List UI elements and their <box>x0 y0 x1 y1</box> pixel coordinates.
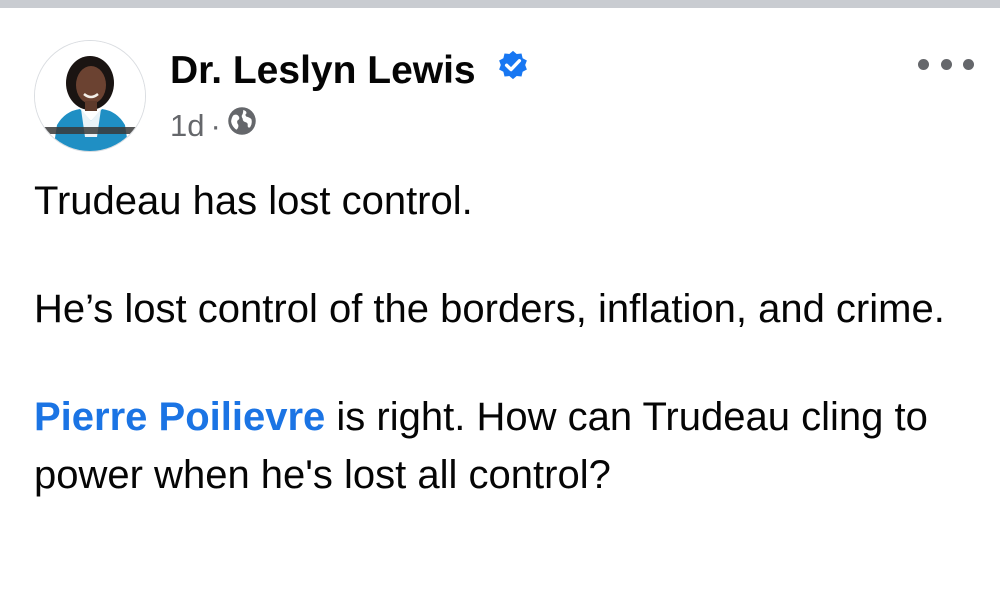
more-options-icon[interactable] <box>918 52 974 76</box>
post-meta: 1d · <box>170 106 257 146</box>
author-name-text[interactable]: Dr. Leslyn Lewis <box>170 49 476 92</box>
meta-separator: · <box>210 108 221 143</box>
mention-link[interactable]: Pierre Poilievre <box>34 395 325 439</box>
post-paragraph: Trudeau has lost control. <box>34 179 473 223</box>
verified-badge-icon <box>496 47 530 93</box>
more-dot <box>940 58 952 70</box>
more-dot <box>918 58 929 70</box>
author-name[interactable]: Dr. Leslyn Lewis <box>170 48 530 94</box>
author-avatar[interactable] <box>34 40 146 152</box>
post-paragraph: Pierre Poilievre is right. How can Trude… <box>34 388 974 504</box>
post-paragraph: He’s lost control of the borders, inflat… <box>34 287 945 331</box>
globe-icon[interactable] <box>227 106 257 146</box>
post-timestamp[interactable]: 1d <box>170 108 204 143</box>
post-body: Trudeau has lost control. He’s lost cont… <box>34 172 974 504</box>
post-header: Dr. Leslyn Lewis 1d · <box>34 40 974 152</box>
more-dot <box>963 58 974 70</box>
top-divider <box>0 0 1000 8</box>
